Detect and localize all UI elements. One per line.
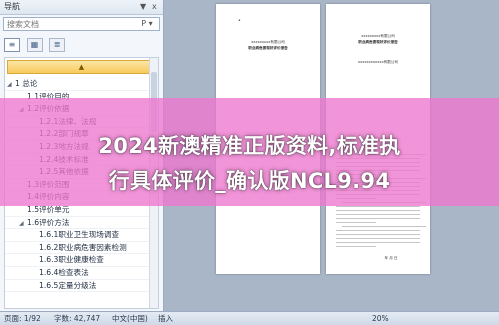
expand-triangle-icon[interactable]: ◢ [19,218,27,230]
word-count[interactable]: 字数: 42,747 [54,312,100,325]
tree-item-label: 1 总论 [15,79,38,88]
tree-item-label: 1.6.3职业健康检查 [39,255,104,265]
nav-pane-title: 导航 [4,2,20,11]
overlay-text-line-2: 行具体评价_确认版NCL9.94 [108,169,391,193]
search-box: P ▾ [3,17,160,31]
collapse-button[interactable]: ▲ [7,60,156,74]
text-line [336,234,420,235]
text-line [336,222,376,223]
text-line [336,246,376,247]
page-count[interactable]: 页面: 1/92 [4,312,41,325]
search-input[interactable] [4,18,137,30]
text-line [336,230,420,231]
text-line [336,218,420,219]
text-line [342,226,426,227]
expand-triangle-icon[interactable]: ◢ [7,79,15,91]
text-line [336,206,420,207]
page2-subtitle: xxxxxxxxxxxx有限公司 [358,60,398,64]
page-mark: • [238,18,241,24]
tree-item-label: 1.6评价方法 [27,217,70,227]
tree-item[interactable]: 1.6.1职业卫生现场调查 [5,229,158,242]
tree-item[interactable]: 1.6.3职业健康检查 [5,254,158,267]
insert-mode[interactable]: 插入 [158,312,173,325]
page2-title: 职业病危害现状评价报告 [358,40,398,44]
overlay-text-line-1: 2024新澳精准正版资料,标准执 [98,134,401,158]
tree-item-label: 1.6.5定量分级法 [39,280,97,290]
page1-title: 职业病危害现状评价报告 [248,46,288,50]
close-icon[interactable]: x [152,0,157,14]
tree-item-label: 1.6.2职业病危害因素检测 [39,242,127,252]
zoom-level[interactable]: 20% [372,312,389,325]
tab-headings[interactable]: ≡ [4,38,20,52]
tab-results[interactable]: ≣ [49,38,66,52]
language-indicator[interactable]: 中文(中国) [112,312,148,325]
text-line [336,210,420,211]
tree-item[interactable]: 1.6.2职业病危害因素检测 [5,242,158,255]
tree-item[interactable]: ◢ 1 总论 [5,78,158,91]
page2-header: xxxxxxxxx有限公司 [361,34,395,38]
tree-item[interactable]: 1.6.5定量分级法 [5,280,158,293]
text-line [336,242,420,243]
chevron-down-icon[interactable]: ▼ [140,0,146,14]
tree-item-label: 1.5评价单元 [27,204,70,214]
page1-header: xxxxxxxxx有限公司 [251,40,285,44]
tree-item[interactable]: ◢ 1.6评价方法 [5,217,158,230]
page2-footer: 年 月 日 [384,256,398,260]
nav-pane-header: 导航 ▼ x [0,0,163,15]
tree-item[interactable]: 1.6.4检查表法 [5,267,158,280]
text-line [336,238,420,239]
overlay-banner: 2024新澳精准正版资料,标准执 行具体评价_确认版NCL9.94 [0,98,499,206]
tree-item-label: 1.6.1职业卫生现场调查 [39,230,120,240]
text-line [336,214,420,215]
view-tabs: ≡ ▦ ≣ [4,38,69,52]
status-bar: 页面: 1/92 字数: 42,747 中文(中国) 插入 20% [0,311,499,325]
tab-pages[interactable]: ▦ [26,38,43,52]
tree-item-label: 1.6.4检查表法 [39,267,89,277]
search-icon[interactable]: P ▾ [137,18,157,30]
